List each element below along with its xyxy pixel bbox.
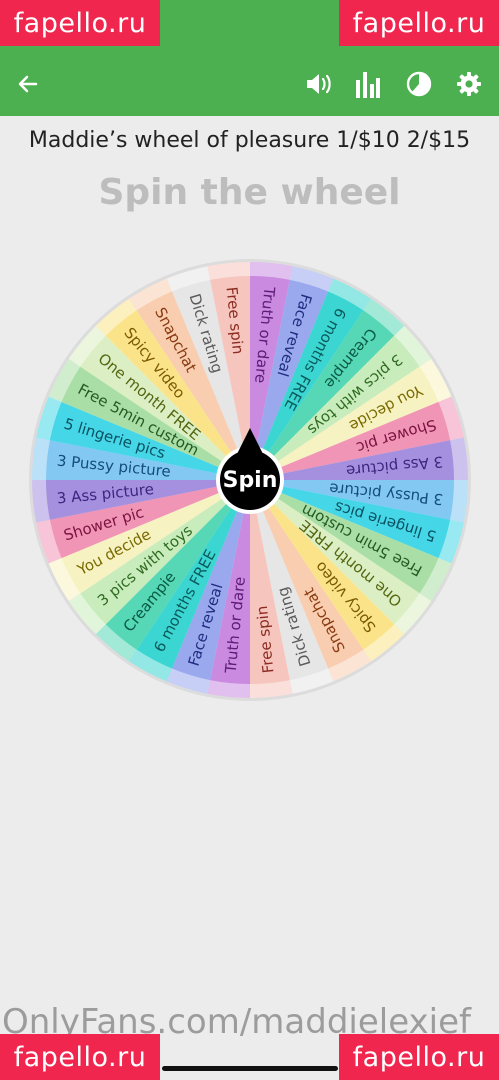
spin-heading: Spin the wheel — [98, 172, 401, 213]
watermark-top-right: fapello.ru — [339, 0, 499, 46]
back-button[interactable] — [6, 62, 50, 106]
watermark-top-left: fapello.ru — [0, 0, 160, 46]
stats-button[interactable] — [346, 62, 390, 106]
sound-button[interactable] — [297, 62, 341, 106]
arrow-left-icon — [18, 75, 38, 93]
pie-chart-icon — [406, 71, 432, 97]
gear-icon — [457, 72, 481, 96]
bar-chart-icon — [356, 72, 380, 98]
wheel-title: Maddie’s wheel of pleasure 1/$10 2/$15 — [28, 128, 471, 153]
app-bar — [0, 52, 499, 116]
settings-button[interactable] — [447, 62, 491, 106]
home-indicator — [162, 1066, 338, 1071]
results-button[interactable] — [397, 62, 441, 106]
volume-icon — [307, 74, 331, 94]
watermark-bottom-left: fapello.ru — [0, 1034, 160, 1080]
watermark-bottom-right: fapello.ru — [339, 1034, 499, 1080]
prize-wheel[interactable]: Dick rating Free spin Truth or dare Face re… — [25, 255, 475, 705]
spin-label: Spin — [223, 468, 278, 493]
